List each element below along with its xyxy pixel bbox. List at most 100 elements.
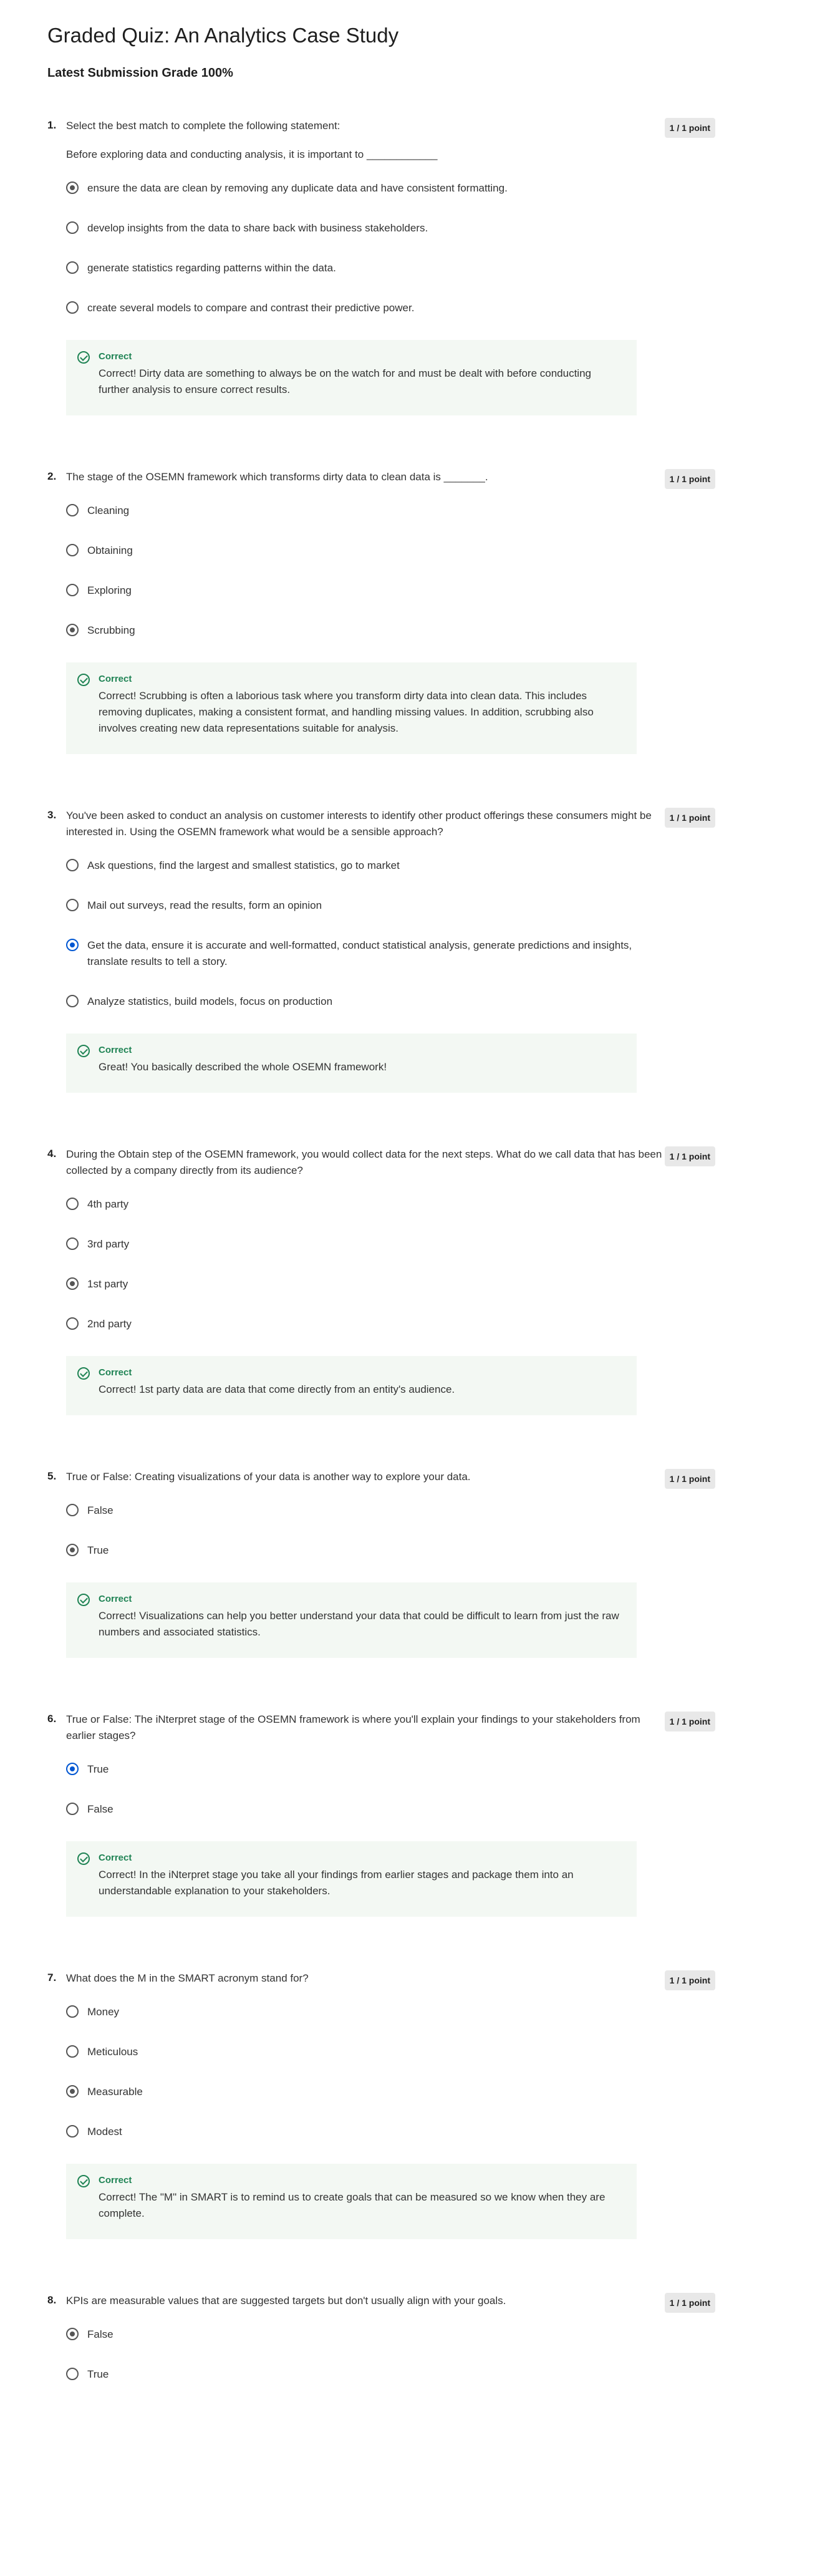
answer-option[interactable]: Analyze statistics, build models, focus … (66, 994, 646, 1010)
answer-option[interactable]: generate statistics regarding patterns w… (66, 260, 646, 276)
answer-option[interactable]: ensure the data are clean by removing an… (66, 180, 646, 196)
answer-options: False True (66, 2327, 788, 2383)
question-prompt: KPIs are measurable values that are sugg… (66, 2295, 506, 2307)
question-number: 6. (47, 1713, 57, 1725)
radio-unselected-icon[interactable] (66, 2045, 79, 2058)
question-6: 1 / 1 point 6. True or False: The iNterpre… (47, 1712, 788, 1917)
answer-option[interactable]: Exploring (66, 583, 646, 599)
answer-option[interactable]: Get the data, ensure it is accurate and … (66, 937, 646, 970)
feedback-title: Correct (99, 2175, 132, 2186)
answer-option-label: True (87, 2368, 109, 2380)
radio-selected-icon[interactable] (66, 939, 79, 951)
answer-option[interactable]: True (66, 2366, 646, 2383)
radio-unselected-icon[interactable] (66, 584, 79, 596)
answer-options: Ask questions, find the largest and smal… (66, 858, 788, 1010)
answer-option[interactable]: Modest (66, 2124, 646, 2140)
question-number: 5. (47, 1470, 57, 1482)
question-prompt: You've been asked to conduct an analysis… (66, 810, 652, 838)
radio-selected-icon[interactable] (66, 2328, 79, 2340)
question-number: 7. (47, 1972, 57, 1983)
question-number: 2. (47, 470, 57, 482)
submission-grade: Latest Submission Grade 100% (47, 66, 233, 80)
question-body: True or False: Creating visualizations o… (66, 1469, 665, 1485)
answer-option[interactable]: 1st party (66, 1276, 646, 1292)
check-circle-icon (77, 1852, 90, 1865)
radio-unselected-icon[interactable] (66, 1198, 79, 1210)
radio-unselected-icon[interactable] (66, 995, 79, 1007)
question-4: 1 / 1 point 4. During the Obtain step of t… (47, 1146, 788, 1415)
answer-option-label: ensure the data are clean by removing an… (87, 182, 508, 194)
check-circle-icon (77, 2175, 90, 2187)
answer-options: False True (66, 1503, 788, 1559)
question-prompt: What does the M in the SMART acronym sta… (66, 1972, 309, 1984)
feedback-text: Correct! Scrubbing is often a laborious … (99, 690, 594, 734)
question-list: 1 / 1 point 1. Select the best match to co… (47, 118, 788, 2383)
radio-unselected-icon[interactable] (66, 301, 79, 314)
points-badge: 1 / 1 point (664, 1712, 715, 1731)
answer-option[interactable]: Obtaining (66, 543, 646, 559)
radio-unselected-icon[interactable] (66, 2005, 79, 2018)
radio-selected-icon[interactable] (66, 2085, 79, 2098)
radio-unselected-icon[interactable] (66, 2125, 79, 2138)
answer-option[interactable]: Mail out surveys, read the results, form… (66, 898, 646, 914)
radio-unselected-icon[interactable] (66, 859, 79, 871)
feedback-panel: Correct Great! You basically described th… (66, 1034, 637, 1093)
radio-unselected-icon[interactable] (66, 1237, 79, 1250)
answer-option[interactable]: 4th party (66, 1196, 646, 1213)
question-number: 3. (47, 809, 57, 821)
feedback-panel: Correct Correct! Dirty data are something… (66, 340, 637, 415)
feedback-panel: Correct Correct! The "M" in SMART is to r… (66, 2164, 637, 2239)
answer-option[interactable]: True (66, 1542, 646, 1559)
answer-option[interactable]: Scrubbing (66, 622, 646, 639)
radio-unselected-icon[interactable] (66, 1803, 79, 1815)
points-badge: 1 / 1 point (664, 1970, 715, 1990)
answer-option[interactable]: Ask questions, find the largest and smal… (66, 858, 646, 874)
answer-option[interactable]: False (66, 2327, 646, 2343)
radio-unselected-icon[interactable] (66, 221, 79, 234)
answer-option[interactable]: develop insights from the data to share … (66, 220, 646, 236)
radio-selected-icon[interactable] (66, 624, 79, 636)
answer-option[interactable]: Measurable (66, 2084, 646, 2100)
radio-unselected-icon[interactable] (66, 1317, 79, 1330)
answer-option[interactable]: 3rd party (66, 1236, 646, 1252)
question-prompt: True or False: The iNterpret stage of th… (66, 1713, 640, 1741)
radio-unselected-icon[interactable] (66, 504, 79, 516)
radio-selected-icon[interactable] (66, 182, 79, 194)
answer-option-label: generate statistics regarding patterns w… (87, 262, 336, 274)
answer-option-label: create several models to compare and con… (87, 302, 415, 314)
feedback-title: Correct (99, 351, 132, 362)
answer-option-label: Get the data, ensure it is accurate and … (87, 939, 632, 967)
answer-option[interactable]: True (66, 1761, 646, 1778)
radio-selected-icon[interactable] (66, 1277, 79, 1290)
check-circle-icon (77, 1594, 90, 1606)
radio-selected-icon[interactable] (66, 1544, 79, 1556)
radio-selected-icon[interactable] (66, 1763, 79, 1775)
check-circle-icon (77, 351, 90, 364)
answer-option-label: False (87, 2328, 113, 2340)
feedback-content: Correct Correct! Dirty data are something… (99, 351, 624, 398)
answer-option[interactable]: 2nd party (66, 1316, 646, 1332)
points-badge: 1 / 1 point (664, 1469, 715, 1489)
answer-option[interactable]: False (66, 1801, 646, 1818)
radio-unselected-icon[interactable] (66, 899, 79, 911)
answer-option-label: 4th party (87, 1198, 129, 1210)
answer-option[interactable]: Meticulous (66, 2044, 646, 2060)
radio-unselected-icon[interactable] (66, 1504, 79, 1516)
answer-option[interactable]: Money (66, 2004, 646, 2020)
answer-option-label: Money (87, 2006, 120, 2018)
radio-unselected-icon[interactable] (66, 261, 79, 274)
question-body: What does the M in the SMART acronym sta… (66, 1970, 665, 1987)
answer-option[interactable]: create several models to compare and con… (66, 300, 646, 316)
answer-option[interactable]: Cleaning (66, 503, 646, 519)
feedback-text: Great! You basically described the whole… (99, 1061, 387, 1073)
question-body: You've been asked to conduct an analysis… (66, 808, 665, 840)
radio-unselected-icon[interactable] (66, 2368, 79, 2380)
feedback-content: Correct Great! You basically described th… (99, 1045, 387, 1075)
radio-unselected-icon[interactable] (66, 544, 79, 556)
check-circle-icon (77, 674, 90, 686)
question-prompt: During the Obtain step of the OSEMN fram… (66, 1148, 662, 1176)
answer-option[interactable]: False (66, 1503, 646, 1519)
question-prompt: The stage of the OSEMN framework which t… (66, 471, 488, 483)
question-2: 1 / 1 point 2. The stage of the OSEMN fram… (47, 469, 788, 754)
answer-option-label: Cleaning (87, 505, 130, 516)
